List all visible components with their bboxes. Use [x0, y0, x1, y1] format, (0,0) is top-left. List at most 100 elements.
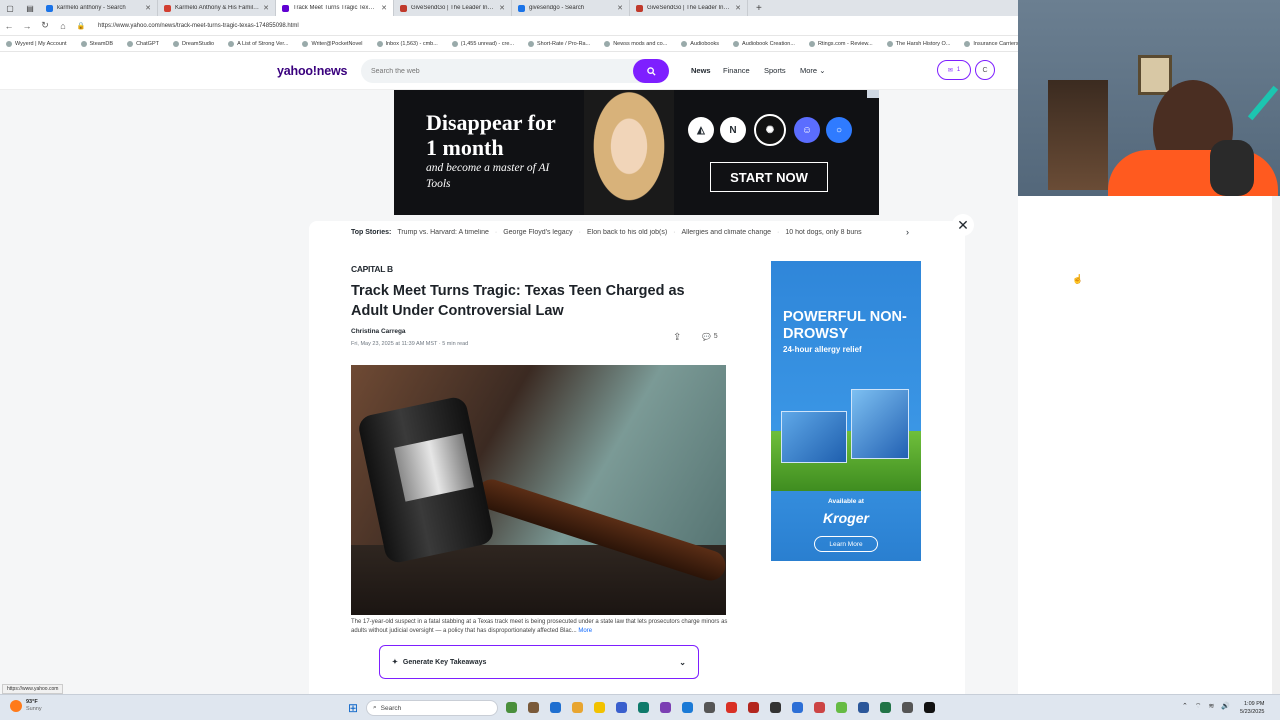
bookmark-item[interactable]: Short-Rate / Pro-Ra...	[528, 40, 591, 47]
volume-icon[interactable]: 🔊	[1221, 702, 1230, 711]
close-tab-icon[interactable]: ✕	[145, 4, 151, 12]
nav-sports[interactable]: Sports	[764, 66, 786, 75]
site-header: yahoo!news News Finance Sports More ⌄ ✉ …	[0, 52, 1018, 90]
weather-widget[interactable]: 93°F Sunny	[10, 699, 42, 713]
back-icon[interactable]: ←	[0, 21, 18, 31]
taskbar-app-icon[interactable]	[682, 702, 693, 713]
search-input[interactable]	[371, 65, 621, 77]
taskbar-app-icon[interactable]	[572, 702, 583, 713]
bookmark-favicon-icon	[376, 40, 383, 47]
side-ad[interactable]: POWERFUL NON-DROWSY 24-hour allergy reli…	[771, 261, 921, 561]
close-icon[interactable]: ✕	[952, 214, 974, 236]
taskbar-app-icon[interactable]	[836, 702, 847, 713]
reload-icon[interactable]: ↻	[36, 20, 54, 31]
browser-tab[interactable]: GiveSendGo | The Leader In Onlin... ✕	[394, 0, 512, 16]
top-story-link[interactable]: George Floyd's legacy	[503, 229, 572, 241]
taskbar-app-icon[interactable]	[792, 702, 803, 713]
url-field[interactable]: https://www.yahoo.com/news/track-meet-tu…	[98, 23, 299, 29]
top-banner-ad[interactable]: Disappear for 1 month and become a maste…	[394, 90, 879, 215]
bookmark-item[interactable]: Inbox (1,563) - cmb...	[376, 40, 438, 47]
bookmark-favicon-icon	[528, 40, 534, 47]
chevron-up-icon[interactable]: ⌃	[1182, 702, 1188, 711]
taskbar-app-icon[interactable]	[704, 702, 715, 713]
bookmark-item[interactable]: Insurance Carriers	[964, 40, 1018, 47]
home-icon[interactable]: ⌂	[54, 21, 72, 31]
taskbar-app-icon[interactable]	[858, 702, 869, 713]
taskbar-app-icon[interactable]	[506, 702, 517, 713]
bookmark-label: Audiobook Creation...	[742, 40, 795, 47]
bookmark-item[interactable]: Audiobooks	[681, 40, 719, 47]
bookmark-item[interactable]: Rtings.com - Review...	[808, 40, 873, 47]
close-tab-icon[interactable]: ✕	[381, 4, 387, 12]
nav-finance[interactable]: Finance	[723, 66, 750, 75]
top-story-link[interactable]: Allergies and climate change	[682, 229, 772, 241]
bookmark-item[interactable]: A List of Strong Ver...	[228, 40, 288, 47]
bookmark-item[interactable]: Audiobook Creation...	[733, 40, 795, 47]
taskbar-app-icon[interactable]	[880, 702, 891, 713]
browser-tab[interactable]: Track Meet Turns Tragic Texas Te... ✕	[276, 0, 394, 16]
close-tab-icon[interactable]: ✕	[499, 4, 505, 12]
caption-more-link[interactable]: More	[578, 628, 592, 634]
forward-icon[interactable]: →	[18, 21, 36, 31]
top-story-link[interactable]: Elon back to his old job(s)	[587, 229, 667, 241]
taskbar-app-icon[interactable]	[924, 702, 935, 713]
ad-start-now-button[interactable]: START NOW	[710, 162, 828, 192]
close-tab-icon[interactable]: ✕	[735, 4, 741, 12]
taskbar-app-icon[interactable]	[660, 702, 671, 713]
article-author[interactable]: Christina Carrega	[351, 328, 406, 335]
taskbar-app-icon[interactable]	[770, 702, 781, 713]
bookmark-item[interactable]: DreamStudio	[173, 40, 214, 47]
browser-tab[interactable]: Karmelo Anthony & His Family Ra... ✕	[158, 0, 276, 16]
browser-tab[interactable]: GiveSendGo | The Leader In Onlin... ✕	[630, 0, 748, 16]
taskbar-app-icon[interactable]	[594, 702, 605, 713]
taskbar-app-icon[interactable]	[638, 702, 649, 713]
bookmark-item[interactable]: (1,455 unread) - cre...	[451, 40, 514, 47]
windows-start-icon[interactable]: ⊞	[348, 701, 358, 715]
yahoo-news-logo[interactable]: yahoo!news	[277, 64, 347, 78]
taskbar-app-icon[interactable]	[726, 702, 737, 713]
nav-more[interactable]: More ⌄	[800, 66, 825, 75]
taskbar: 93°F Sunny ⊞ ⌕ Search ⌃ ⌔ ≋ 🔊 1:09 PM 5/…	[0, 694, 1280, 720]
comments-button[interactable]: 💬 5	[702, 333, 718, 341]
taskbar-app-icon[interactable]	[814, 702, 825, 713]
avatar[interactable]: C	[975, 60, 995, 80]
taskbar-search[interactable]: ⌕ Search	[366, 700, 498, 716]
top-story-link[interactable]: Trump vs. Harvard: A timeline	[397, 229, 489, 241]
bookmark-item[interactable]: Wyyerd | My Account	[6, 40, 67, 47]
bookmark-favicon-icon	[964, 40, 971, 47]
workspaces-icon[interactable]: ▢	[0, 0, 20, 16]
side-ad-learn-more-button[interactable]: Learn More	[814, 536, 878, 552]
bookmark-label: Short-Rate / Pro-Ra...	[537, 40, 591, 47]
clock[interactable]: 1:09 PM 5/23/2025	[1240, 700, 1264, 716]
browser-tab[interactable]: karmelo anthony - Search ✕	[40, 0, 158, 16]
taskbar-app-icon[interactable]	[550, 702, 561, 713]
chevron-right-icon[interactable]: ›	[906, 227, 909, 237]
taskbar-app-icon[interactable]	[902, 702, 913, 713]
nav-news[interactable]: News	[691, 66, 711, 75]
new-tab-button[interactable]: +	[748, 3, 770, 14]
bookmark-item[interactable]: Writer@PocketNovel	[302, 40, 363, 47]
article-meta: Fri, May 23, 2025 at 11:39 AM MST · 5 mi…	[351, 341, 468, 347]
taskbar-app-icon[interactable]	[528, 702, 539, 713]
bookmark-item[interactable]: SteamDB	[80, 40, 113, 47]
share-icon[interactable]: ⇪	[673, 332, 681, 343]
close-tab-icon[interactable]: ✕	[263, 4, 269, 12]
chevron-down-icon: ⌄	[819, 66, 826, 75]
taskbar-app-icon[interactable]	[616, 702, 627, 713]
wifi-icon[interactable]: ≋	[1208, 702, 1214, 711]
search-button[interactable]	[633, 59, 669, 83]
adchoices-icon[interactable]	[867, 90, 879, 98]
bookmark-item[interactable]: ChatGPT	[127, 40, 159, 47]
generate-takeaways-button[interactable]: ✦ Generate Key Takeaways ⌄	[379, 645, 699, 679]
close-tab-icon[interactable]: ✕	[617, 4, 623, 12]
scrollbar[interactable]	[1272, 196, 1280, 694]
top-story-link[interactable]: 10 hot dogs, only 8 buns	[785, 229, 861, 241]
browser-tab[interactable]: givesendgo - Search ✕	[512, 0, 630, 16]
bookmark-item[interactable]: The Harsh History O...	[886, 40, 950, 47]
publisher-logo[interactable]: CAPITAL B	[351, 264, 393, 274]
network-icon[interactable]: ⌔	[1195, 702, 1202, 711]
taskbar-app-icon[interactable]	[748, 702, 759, 713]
mail-button[interactable]: ✉ 1	[937, 60, 971, 80]
tab-actions-icon[interactable]: ▤	[20, 0, 40, 16]
bookmark-item[interactable]: Newss mods and co...	[604, 40, 667, 47]
